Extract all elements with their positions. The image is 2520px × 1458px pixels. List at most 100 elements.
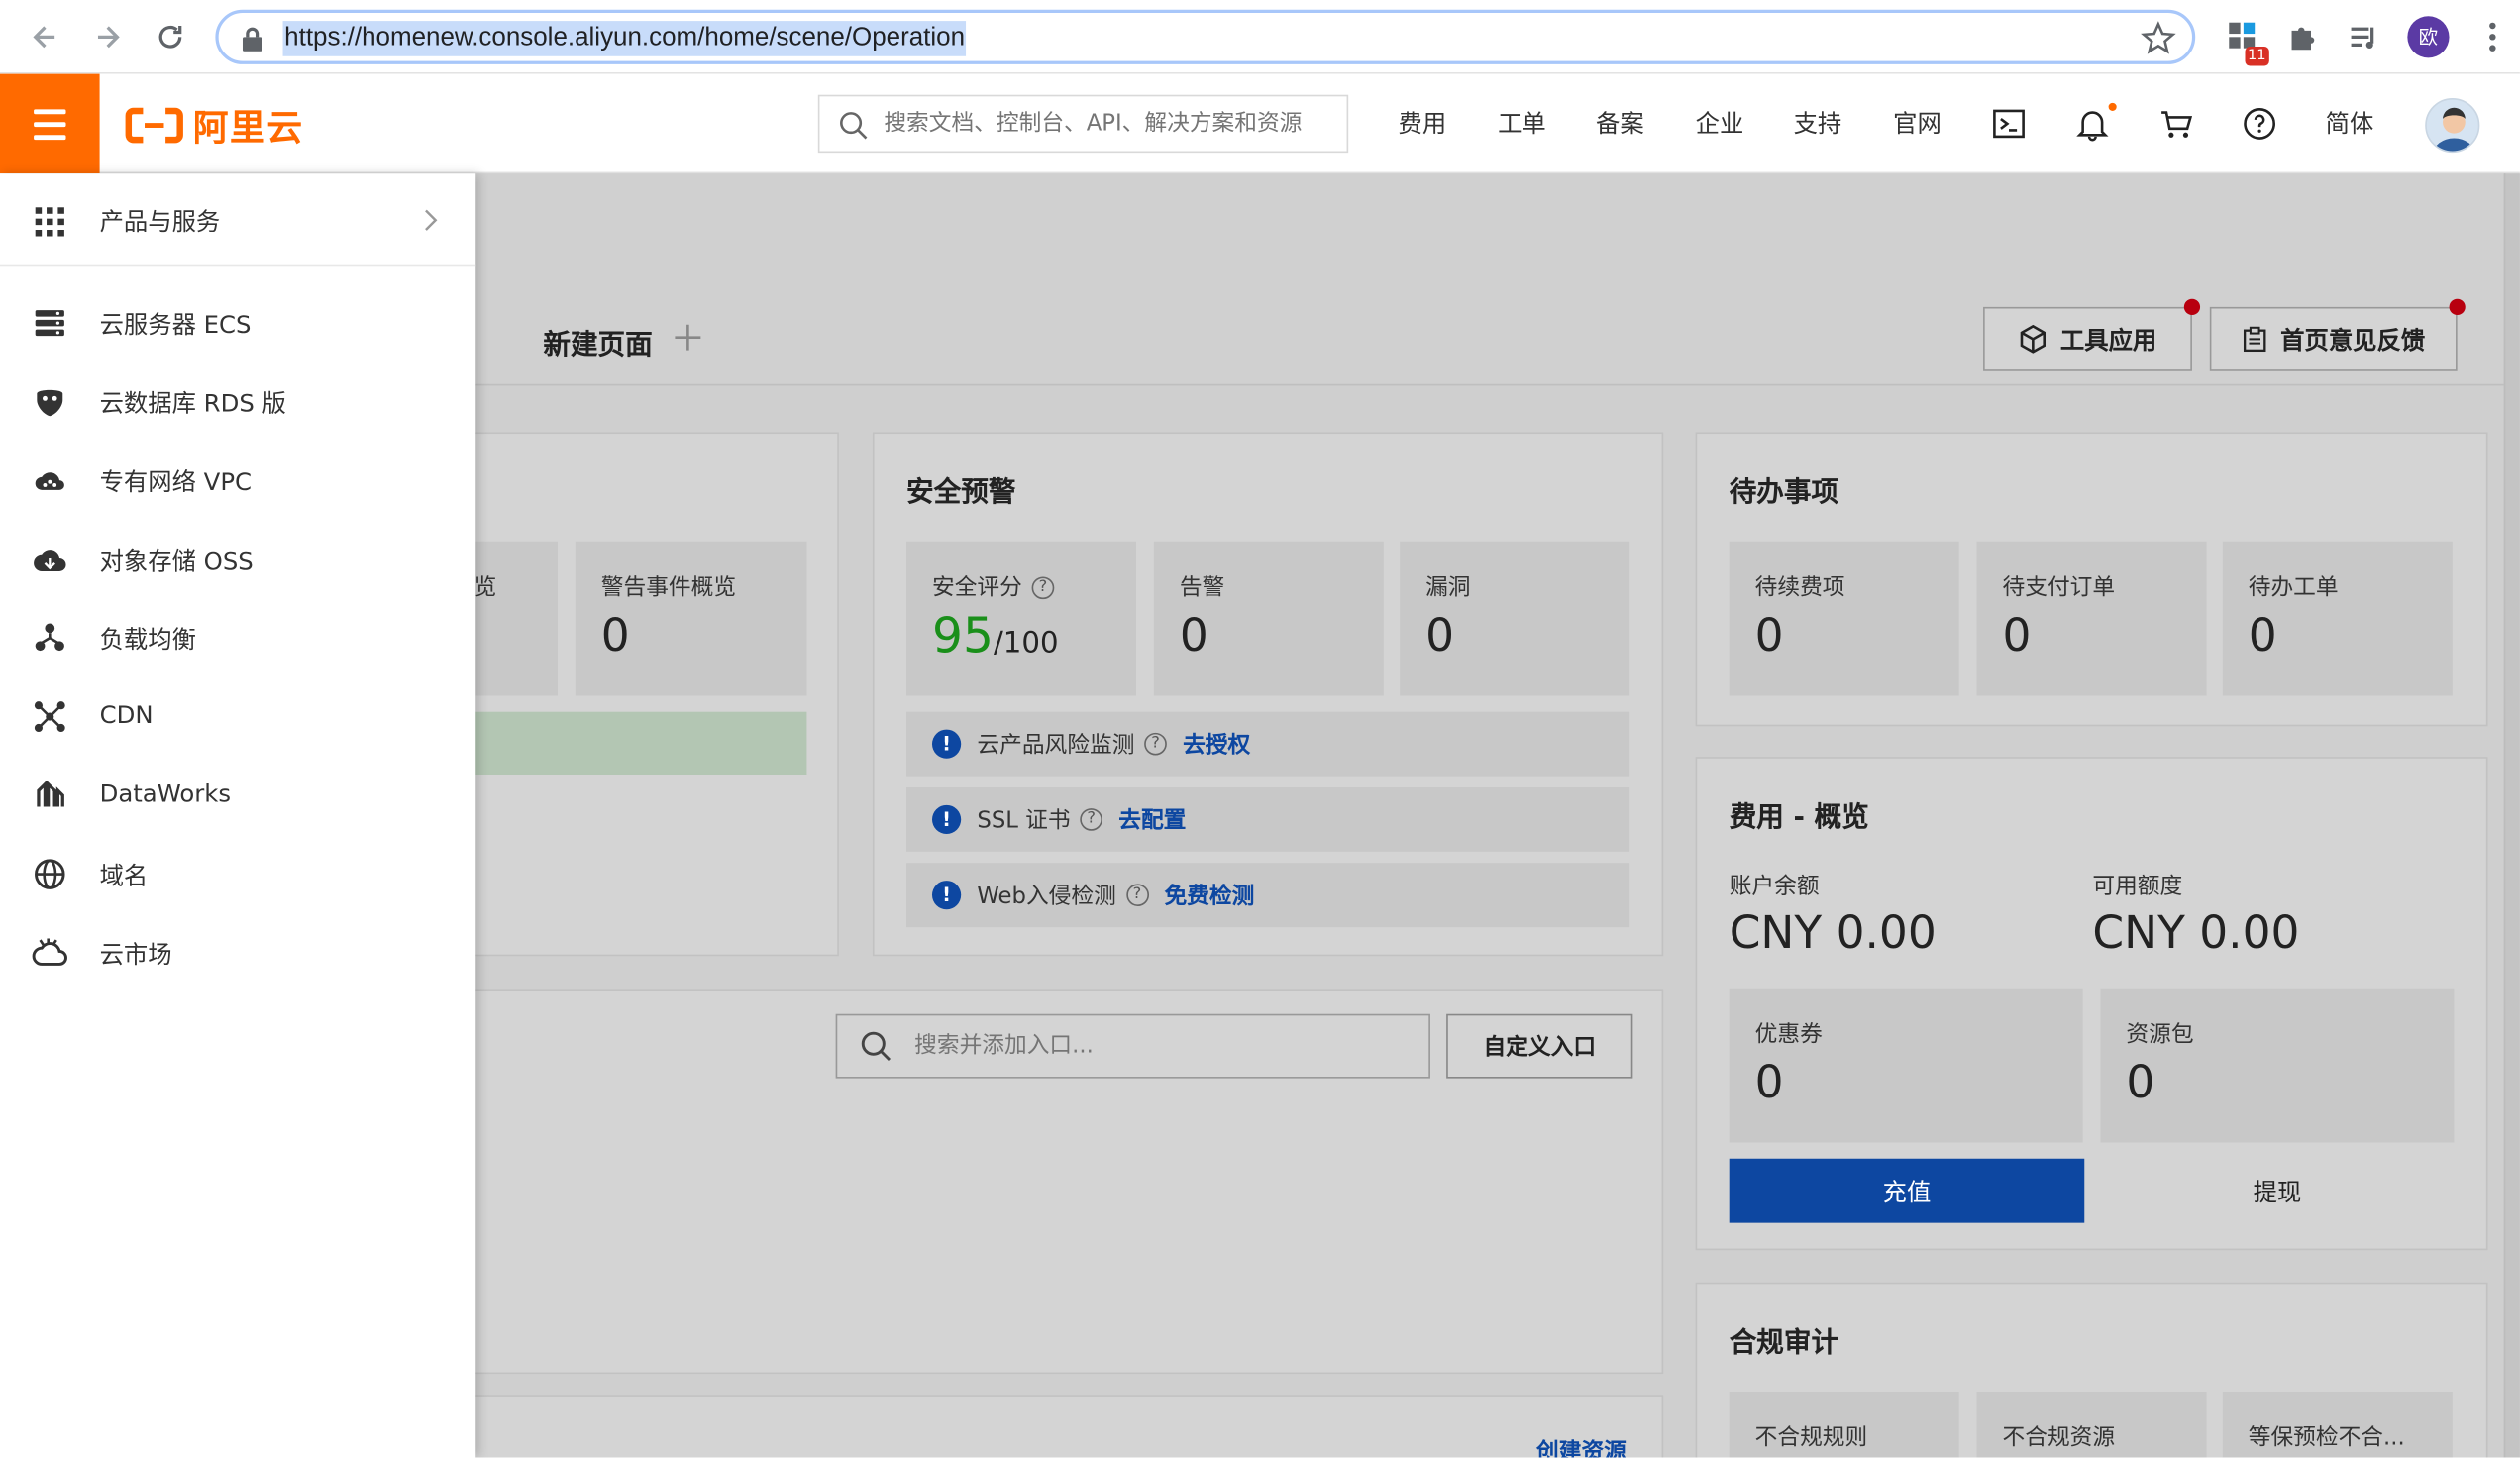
bookmark-star-icon[interactable] xyxy=(2141,21,2176,56)
aliyun-logo[interactable]: 阿里云 xyxy=(125,103,304,150)
recharge-button[interactable]: 充值 xyxy=(1729,1158,2085,1223)
compliance-card: 合规审计 不合规规则 不合规资源 等保预检不合... xyxy=(1695,1282,2488,1458)
help-circle-icon[interactable]: ? xyxy=(1080,808,1103,831)
sidebar-item-marketplace[interactable]: 云市场 xyxy=(0,917,475,988)
sidebar-item-domain[interactable]: 域名 xyxy=(0,839,475,909)
nav-support[interactable]: 支持 xyxy=(1794,74,1842,174)
nav-tickets[interactable]: 工单 xyxy=(1498,74,1546,174)
nav-official-site[interactable]: 官网 xyxy=(1893,74,1942,174)
create-resource-link[interactable]: 创建资源 xyxy=(1536,1435,1627,1458)
custom-entry-button[interactable]: 自定义入口 xyxy=(1446,1013,1633,1079)
fees-card: 费用 - 概览 账户余额 CNY 0.00 可用额度 CNY 0.00 优惠券 … xyxy=(1695,757,2488,1251)
notification-bell-icon[interactable] xyxy=(2075,102,2117,142)
search-icon xyxy=(840,112,868,140)
back-icon[interactable] xyxy=(26,18,64,56)
security-card: 安全预警 安全评分? 95/100 告警 0 漏洞 0 ! 云产品风险监测 ? … xyxy=(872,432,1664,957)
todo-title: 待办事项 xyxy=(1729,476,1839,510)
entry-search-input[interactable] xyxy=(914,1015,1414,1078)
alarm-overview-stat[interactable]: 警告事件概览 0 xyxy=(575,541,807,696)
alert-row-text: Web入侵检测 xyxy=(977,884,1116,910)
help-circle-icon[interactable]: ? xyxy=(1031,576,1055,600)
security-vuln-stat[interactable]: 漏洞 0 xyxy=(1400,541,1630,696)
alert-info-icon: ! xyxy=(931,804,962,835)
language-switch[interactable]: 简体 xyxy=(2326,74,2374,174)
products-and-services[interactable]: 产品与服务 xyxy=(0,173,476,267)
overview-card: 览 警告事件概览 0 xyxy=(450,432,839,957)
reading-list-icon[interactable] xyxy=(2345,18,2383,56)
feedback-button-label: 首页意见反馈 xyxy=(2280,325,2426,355)
security-score-stat[interactable]: 安全评分? 95/100 xyxy=(906,541,1137,696)
extension-apps-icon[interactable]: 11 xyxy=(2224,18,2269,66)
nav-icp-filing[interactable]: 备案 xyxy=(1596,74,1644,174)
sidebar-item-dataworks[interactable]: DataWorks xyxy=(0,760,475,830)
globe-icon xyxy=(35,859,65,889)
security-score-value: 95 xyxy=(931,608,994,666)
withdraw-button[interactable]: 提现 xyxy=(2254,1175,2302,1208)
sidebar-item-label: 域名 xyxy=(99,861,149,890)
balance-label: 账户余额 xyxy=(1729,874,1820,900)
tab-new-page[interactable]: 新建页面 xyxy=(543,321,652,362)
tools-button[interactable]: 工具应用 xyxy=(1983,298,2201,371)
fees-title: 费用 - 概览 xyxy=(1729,801,1869,835)
address-bar[interactable]: https://homenew.console.aliyun.com/home/… xyxy=(215,9,2196,64)
help-icon[interactable] xyxy=(2242,106,2277,142)
sidebar-item-ecs[interactable]: 云服务器 ECS xyxy=(0,287,475,358)
free-check-link[interactable]: 免费检测 xyxy=(1164,879,1254,910)
noncompliant-rules-stat[interactable]: 不合规规则 xyxy=(1729,1391,1959,1458)
help-circle-icon[interactable]: ? xyxy=(1144,732,1167,756)
todo-card: 待办事项 待续费项 0 待支付订单 0 待办工单 0 xyxy=(1695,432,2488,727)
tools-notification-dot xyxy=(2183,298,2201,315)
security-alarms-stat[interactable]: 告警 0 xyxy=(1153,541,1384,696)
noncompliant-resources-stat[interactable]: 不合规资源 xyxy=(1976,1391,2207,1458)
load-balancer-icon xyxy=(35,623,64,652)
nav-enterprise[interactable]: 企业 xyxy=(1696,74,1744,174)
authorize-link[interactable]: 去授权 xyxy=(1183,728,1250,760)
browser-profile-avatar[interactable]: 欧 xyxy=(2407,16,2450,58)
global-search-input[interactable] xyxy=(884,96,1341,152)
security-alert-row: ! Web入侵检测 ? 免费检测 xyxy=(906,863,1630,928)
package-label: 资源包 xyxy=(2126,1021,2194,1048)
sidebar-item-cdn[interactable]: CDN xyxy=(0,681,475,752)
todo-unpaid-label: 待支付订单 xyxy=(2002,574,2116,601)
help-circle-icon[interactable]: ? xyxy=(1125,884,1149,907)
forward-icon[interactable] xyxy=(88,18,127,56)
notification-dot xyxy=(2108,102,2117,111)
cart-icon[interactable] xyxy=(2158,106,2194,142)
extension-badge: 11 xyxy=(2244,47,2269,66)
security-alert-row: ! SSL 证书 ? 去配置 xyxy=(906,786,1630,852)
extensions-puzzle-icon[interactable] xyxy=(2283,18,2322,56)
url-text[interactable]: https://homenew.console.aliyun.com/home/… xyxy=(282,21,967,56)
aliyun-logo-mark-icon xyxy=(125,107,183,144)
configure-link[interactable]: 去配置 xyxy=(1118,803,1186,835)
coupon-stat[interactable]: 优惠券 0 xyxy=(1729,988,2083,1143)
menu-toggle-icon[interactable] xyxy=(0,73,100,174)
todo-tickets-value: 0 xyxy=(2248,608,2277,663)
entry-search[interactable] xyxy=(835,1013,1430,1079)
package-stat[interactable]: 资源包 0 xyxy=(2100,988,2455,1143)
sidebar-item-rds[interactable]: 云数据库 RDS 版 xyxy=(0,366,475,437)
security-vuln-label: 漏洞 xyxy=(1425,574,1471,601)
page-scrollbar[interactable] xyxy=(2503,173,2520,1458)
alert-info-icon: ! xyxy=(931,729,962,759)
products-label: 产品与服务 xyxy=(99,207,221,237)
todo-unpaid-stat[interactable]: 待支付订单 0 xyxy=(1976,541,2207,696)
todo-renewal-stat[interactable]: 待续费项 0 xyxy=(1729,541,1959,696)
security-alarms-label: 告警 xyxy=(1179,574,1225,601)
global-search[interactable] xyxy=(817,94,1349,154)
feedback-button[interactable]: 首页意见反馈 xyxy=(2209,298,2466,371)
security-score-label: 安全评分 xyxy=(931,574,1022,601)
terminal-icon[interactable] xyxy=(1991,106,2027,142)
reload-icon[interactable] xyxy=(152,18,190,56)
todo-tickets-stat[interactable]: 待办工单 0 xyxy=(2222,541,2453,696)
sidebar-item-vpc[interactable]: 专有网络 VPC xyxy=(0,445,475,515)
nav-fees[interactable]: 费用 xyxy=(1398,74,1446,174)
feedback-notification-dot xyxy=(2449,298,2466,315)
user-avatar[interactable] xyxy=(2425,97,2480,154)
sidebar-item-slb[interactable]: 负载均衡 xyxy=(0,602,475,673)
browser-menu-icon[interactable] xyxy=(2481,19,2504,54)
database-icon xyxy=(37,389,63,417)
add-tab-icon[interactable] xyxy=(674,323,702,352)
sidebar-item-oss[interactable]: 对象存储 OSS xyxy=(0,524,475,594)
browser-toolbar: https://homenew.console.aliyun.com/home/… xyxy=(0,0,2520,74)
mlps-precheck-stat[interactable]: 等保预检不合... xyxy=(2222,1391,2453,1458)
